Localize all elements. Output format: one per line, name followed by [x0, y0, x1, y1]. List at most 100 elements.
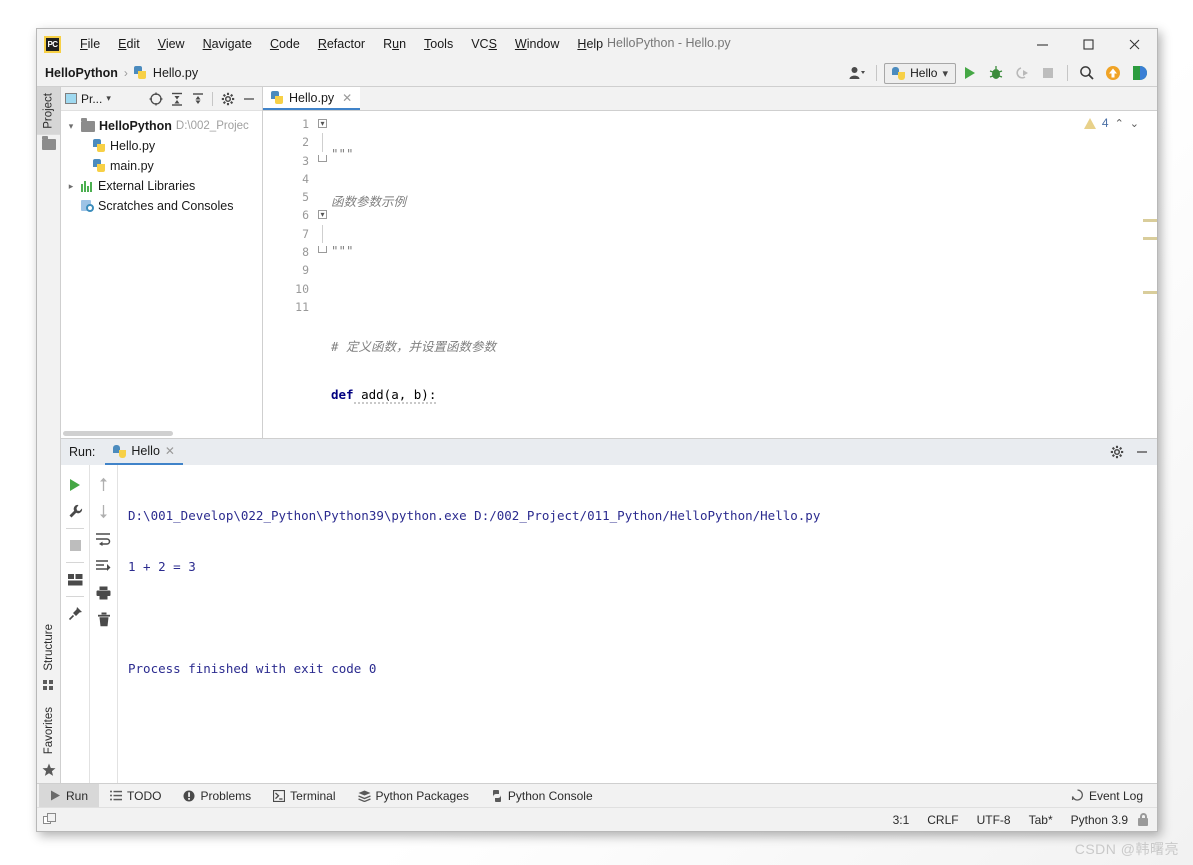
rerun-icon[interactable] [63, 471, 87, 498]
run-configuration-selector[interactable]: Hello ▾ [884, 62, 956, 84]
run-icon [51, 790, 60, 801]
sidebar-item-structure[interactable]: Structure [40, 618, 58, 677]
tree-node-hellopython[interactable]: ▾ HelloPython D:\002_Projec [61, 116, 262, 136]
chevron-down-icon[interactable]: ⌄ [1130, 117, 1139, 130]
menu-run[interactable]: Run [374, 34, 415, 54]
select-opened-file-icon[interactable] [146, 89, 165, 109]
chevron-up-icon[interactable]: ⌃ [1115, 117, 1124, 130]
sidebar-item-project[interactable]: Project [37, 87, 60, 135]
layout-icon[interactable] [63, 566, 87, 593]
indent-setting[interactable]: Tab* [1020, 813, 1062, 827]
expand-all-icon[interactable] [167, 89, 186, 109]
breadcrumb-file[interactable]: Hello.py [153, 66, 198, 80]
window-controls [1019, 29, 1157, 59]
line-number: 8 [302, 245, 309, 260]
fold-marker-start[interactable]: ▾ [317, 206, 329, 224]
editor-viewport[interactable]: 1 2 3 4 5 6 7 8 9 10 11 ▾ ▾ """ 函数参数示例 "… [263, 111, 1157, 429]
menu-file[interactable]: File [71, 34, 109, 54]
hide-panel-icon[interactable] [239, 89, 258, 109]
star-icon [42, 763, 55, 776]
line-number: 10 [295, 281, 309, 296]
lock-icon[interactable] [1137, 813, 1149, 826]
warning-marker[interactable] [1143, 291, 1157, 294]
tool-window-problems[interactable]: Problems [172, 784, 262, 808]
editor-marker-gutter[interactable] [1143, 111, 1157, 429]
python-interpreter[interactable]: Python 3.9 [1062, 813, 1137, 827]
close-button[interactable] [1111, 29, 1157, 59]
scroll-to-end-icon[interactable] [92, 552, 116, 579]
fold-marker-start[interactable]: ▾ [317, 115, 329, 133]
close-icon[interactable]: ✕ [342, 91, 352, 105]
tool-window-todo[interactable]: TODO [99, 784, 172, 808]
tool-window-terminal[interactable]: Terminal [262, 784, 346, 808]
tool-window-python-packages[interactable]: Python Packages [347, 784, 480, 808]
hide-panel-icon[interactable] [1132, 442, 1151, 462]
soft-wrap-icon[interactable] [92, 525, 116, 552]
menu-code[interactable]: Code [261, 34, 309, 54]
project-view-selector[interactable]: Pr... ▾ [65, 92, 111, 106]
pin-icon[interactable] [63, 600, 87, 627]
breadcrumb-project[interactable]: HelloPython [45, 66, 118, 80]
menu-window[interactable]: Window [506, 34, 568, 54]
menu-edit[interactable]: Edit [109, 34, 149, 54]
sidebar-item-favorites[interactable]: Favorites [40, 701, 58, 760]
tree-node-external-libraries[interactable]: ▸ External Libraries [61, 176, 262, 196]
chevron-right-icon[interactable]: ▸ [65, 181, 77, 192]
project-panel-header: Pr... ▾ [61, 87, 262, 111]
fold-marker-end[interactable] [317, 152, 329, 170]
project-horizontal-scrollbar[interactable] [61, 429, 263, 438]
breadcrumb: HelloPython › Hello.py [37, 65, 198, 80]
pycharm-window: PC File Edit View Navigate Code Refactor… [36, 28, 1158, 832]
down-arrow-icon [92, 498, 116, 525]
run-actions-column-2 [89, 465, 117, 783]
tree-node-main-py[interactable]: main.py [61, 156, 262, 176]
menu-help[interactable]: Help [568, 34, 612, 54]
inspection-widget[interactable]: 4 ⌃ ⌄ [1083, 116, 1139, 130]
collapse-all-icon[interactable] [188, 89, 207, 109]
tree-node-scratches-and-consoles[interactable]: Scratches and Consoles [61, 196, 262, 216]
minimize-button[interactable] [1019, 29, 1065, 59]
tool-window-label: Problems [200, 788, 252, 803]
menu-tools[interactable]: Tools [415, 34, 462, 54]
code-content[interactable]: """ 函数参数示例 """ # 定义函数，并设置函数参数 def add(a,… [329, 111, 1157, 429]
close-icon[interactable]: ✕ [165, 444, 175, 458]
run-icon[interactable] [958, 61, 982, 85]
trash-icon[interactable] [92, 606, 116, 633]
warning-marker[interactable] [1143, 237, 1157, 240]
code-text: add(a, b): [353, 387, 437, 405]
search-everywhere-icon[interactable] [1075, 61, 1099, 85]
event-log-button[interactable]: Event Log [1071, 789, 1157, 803]
menu-refactor[interactable]: Refactor [309, 34, 374, 54]
print-icon[interactable] [92, 579, 116, 606]
settings-gear-icon[interactable] [1107, 442, 1126, 462]
maximize-button[interactable] [1065, 29, 1111, 59]
file-encoding[interactable]: UTF-8 [968, 813, 1020, 827]
console-output[interactable]: D:\001_Develop\022_Python\Python39\pytho… [117, 465, 1157, 783]
wrench-icon[interactable] [63, 498, 87, 525]
tree-node-path: D:\002_Projec [175, 120, 249, 132]
settings-gear-icon[interactable] [218, 89, 237, 109]
run-tab-hello[interactable]: Hello ✕ [105, 439, 183, 465]
tool-window-run[interactable]: Run [39, 783, 100, 808]
csdn-watermark: CSDN @韩曙亮 [1074, 841, 1179, 857]
editor-tab-hello-py[interactable]: Hello.py ✕ [263, 87, 361, 110]
caret-position[interactable]: 3:1 [884, 813, 919, 827]
user-avatar-icon[interactable] [845, 61, 869, 85]
update-project-icon[interactable] [1101, 61, 1125, 85]
chevron-down-icon[interactable]: ▾ [65, 121, 77, 132]
code-folding-gutter[interactable]: ▾ ▾ [317, 111, 329, 429]
menu-navigate[interactable]: Navigate [194, 34, 261, 54]
tree-node-hello-py[interactable]: Hello.py [61, 136, 262, 156]
menu-vcs[interactable]: VCS [462, 34, 506, 54]
debug-icon[interactable] [984, 61, 1008, 85]
fold-marker-end[interactable] [317, 243, 329, 261]
menu-view[interactable]: View [149, 34, 194, 54]
commit-icon[interactable] [1127, 61, 1151, 85]
code-line-6: def add(a, b): [329, 386, 1157, 405]
left-tool-strip: Project Structure Favorites [37, 87, 61, 783]
fold-line [317, 224, 329, 244]
line-separator[interactable]: CRLF [918, 813, 967, 827]
warning-marker[interactable] [1143, 219, 1157, 222]
toggle-tool-windows-icon[interactable] [43, 812, 59, 827]
tool-window-python-console[interactable]: Python Console [480, 784, 604, 808]
